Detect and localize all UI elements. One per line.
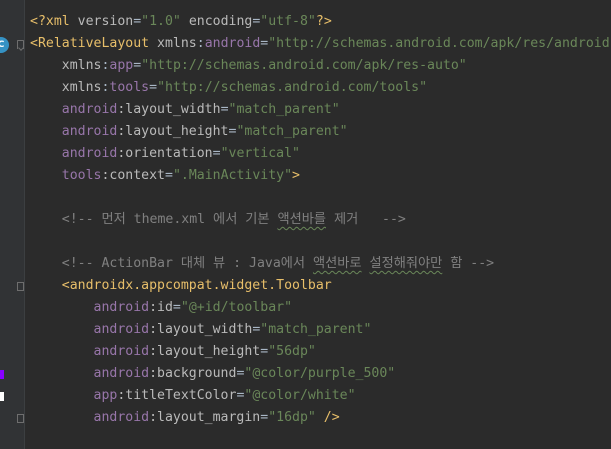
code-line[interactable]: tools:context=".MainActivity"> [30, 165, 611, 187]
fold-end-icon[interactable] [17, 414, 24, 423]
code-token: "@+id/toolbar" [180, 300, 293, 315]
code-token: "match_parent" [236, 124, 348, 139]
code-token: = [260, 344, 269, 359]
code-token: app [30, 388, 118, 403]
code-token: "56dp" [268, 344, 316, 359]
change-marker-white [0, 392, 4, 401]
fold-open-icon[interactable] [17, 40, 24, 49]
code-token: android [30, 102, 118, 117]
code-line[interactable]: android:id="@+id/toolbar" [30, 297, 611, 319]
code-token: > [292, 168, 300, 183]
code-token: = [172, 300, 181, 315]
code-token: ".MainActivity" [172, 168, 293, 183]
code-token: 설정해줘야만 [369, 256, 443, 271]
code-token: "vertical" [220, 146, 300, 161]
code-token: "http://schemas.android.com/apk/res/andr… [268, 36, 611, 51]
code-token: :layout_margin [149, 410, 261, 425]
code-token: "@color/purple_500" [244, 366, 396, 381]
code-line[interactable]: android:layout_height="match_parent" [30, 121, 611, 143]
code-token: <RelativeLayout [30, 36, 158, 51]
code-token: :orientation [117, 146, 213, 161]
code-line[interactable]: <?xml version="1.0" encoding="utf-8"?> [30, 11, 611, 33]
code-line[interactable] [30, 187, 611, 209]
code-token: = [133, 58, 142, 73]
code-token: <!-- ActionBar 대체 뷰 : Java에서 [30, 256, 313, 271]
fold-marker-icon[interactable] [17, 282, 24, 291]
code-line[interactable]: android:layout_height="56dp" [30, 341, 611, 363]
code-token: encoding [180, 14, 253, 29]
code-line[interactable]: android:layout_margin="16dp" /> [30, 407, 611, 429]
code-token: 액션바를 [277, 212, 326, 227]
code-token: = [165, 168, 173, 183]
code-token: "http://schemas.android.com/tools" [157, 80, 428, 95]
code-token: <androidx.appcompat.widget.Toolbar [30, 278, 332, 293]
code-token: android [30, 410, 150, 425]
code-token: = [260, 410, 269, 425]
code-token: /> [315, 410, 340, 425]
code-token: android [30, 146, 118, 161]
code-line[interactable]: xmlns:tools="http://schemas.android.com/… [30, 77, 611, 99]
code-token: <!-- 먼저 theme.xml 에서 기본 [30, 212, 278, 227]
code-token: : [196, 36, 205, 51]
code-token: android [204, 36, 261, 51]
code-token: xmlns [30, 58, 102, 73]
code-token: android [30, 366, 150, 381]
code-token: "16dp" [268, 410, 316, 425]
code-line[interactable]: <RelativeLayout xmlns:android="http://sc… [30, 33, 611, 55]
code-token: android [30, 124, 118, 139]
code-token: <?xml [30, 14, 78, 29]
code-line[interactable]: android:background="@color/purple_500" [30, 363, 611, 385]
code-token: :context [101, 168, 165, 183]
code-token: xmlns [30, 80, 102, 95]
code-editor[interactable]: C <?xml version="1.0" encoding="utf-8"?>… [0, 0, 611, 449]
code-token: 액션바로 [312, 256, 362, 271]
editor-gutter: C [0, 0, 25, 449]
code-token: = [133, 14, 142, 29]
code-line[interactable]: <!-- 먼저 theme.xml 에서 기본 액션바를 제거 --> [30, 209, 611, 231]
code-token: = [212, 146, 221, 161]
code-token: android [30, 300, 150, 315]
code-line[interactable]: <!-- ActionBar 대체 뷰 : Java에서 액션바로 설정해줘야만… [30, 253, 611, 275]
code-token: android [30, 322, 150, 337]
change-marker-purple [0, 370, 4, 379]
code-line[interactable]: android:orientation="vertical" [30, 143, 611, 165]
code-token: tools [30, 168, 102, 183]
code-token: "1.0" [141, 14, 181, 29]
code-token: ?> [315, 14, 332, 29]
code-token: :layout_width [149, 322, 253, 337]
code-token: "utf-8" [260, 14, 316, 29]
code-token: :layout_height [117, 124, 229, 139]
code-token: = [149, 80, 158, 95]
code-token: "match_parent" [260, 322, 372, 337]
code-token: :id [149, 300, 173, 315]
code-token: :titleTextColor [117, 388, 237, 403]
code-text-area[interactable]: <?xml version="1.0" encoding="utf-8"?> <R… [30, 11, 611, 429]
code-line[interactable]: xmlns:app="http://schemas.android.com/ap… [30, 55, 611, 77]
code-token: android [30, 344, 150, 359]
class-badge-icon[interactable]: C [0, 37, 9, 53]
code-token: version [77, 14, 134, 29]
code-token: "match_parent" [228, 102, 340, 117]
code-line[interactable]: android:layout_width="match_parent" [30, 99, 611, 121]
code-token: :layout_height [149, 344, 261, 359]
code-line[interactable]: app:titleTextColor="@color/white" [30, 385, 611, 407]
code-token: "@color/white" [244, 388, 356, 403]
code-token: :layout_width [117, 102, 221, 117]
code-token: app [109, 58, 134, 73]
code-token: tools [109, 80, 150, 95]
code-token: "http://schemas.android.com/apk/res-auto… [141, 58, 467, 73]
code-token: xmlns [157, 36, 197, 51]
code-line[interactable] [30, 231, 611, 253]
code-token: 함 --> [442, 256, 495, 271]
code-token: = [220, 102, 229, 117]
code-line[interactable]: android:layout_width="match_parent" [30, 319, 611, 341]
code-line[interactable]: <androidx.appcompat.widget.Toolbar [30, 275, 611, 297]
code-token: :background [149, 366, 237, 381]
code-token: 제거 --> [326, 212, 406, 227]
